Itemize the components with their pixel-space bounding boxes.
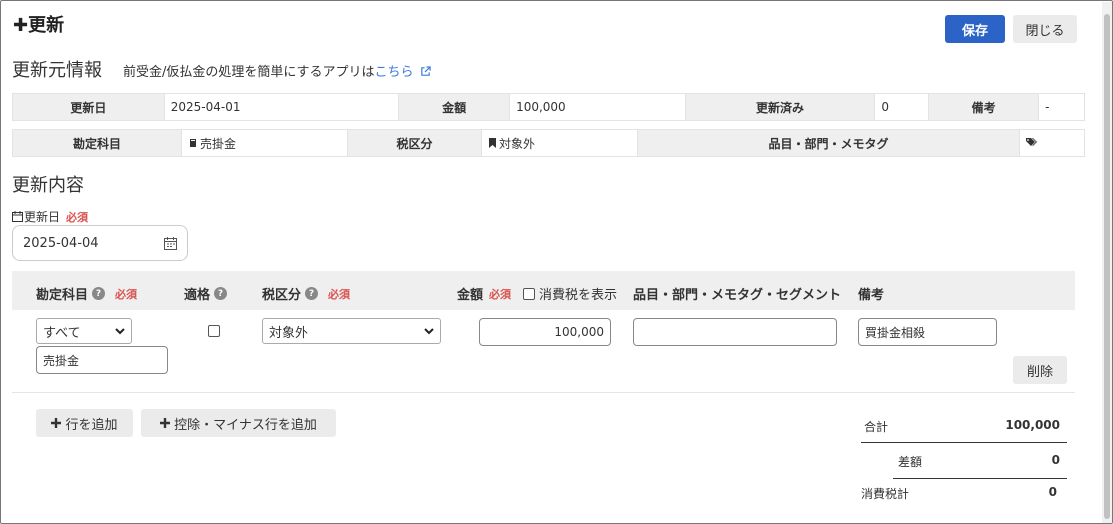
total-value: 100,000 <box>1005 418 1060 432</box>
app-link-text[interactable]: こちら <box>375 65 414 80</box>
tags-input[interactable] <box>633 318 837 346</box>
th-account-label: 勘定科目 <box>36 288 89 303</box>
help-icon[interactable]: ? <box>92 287 106 300</box>
update-date-input[interactable]: 2025-04-04 <box>12 225 188 261</box>
th-amount-label: 金額 <box>457 288 484 303</box>
summary-divider <box>893 478 1067 479</box>
source-info-row-1: 更新日 2025-04-01 金額 100,000 更新済み 0 備考 - <box>12 93 1085 121</box>
tags-icon <box>1026 138 1037 146</box>
memo-input[interactable]: 買掛金相殺 <box>858 318 997 346</box>
diff-value: 0 <box>1051 453 1060 467</box>
save-button[interactable]: 保存 <box>945 15 1005 43</box>
date-value: 2025-04-01 <box>164 94 400 120</box>
diff-label: 差額 <box>898 455 923 469</box>
app-link[interactable]: こちら <box>375 65 431 80</box>
th-qualified: 適格 ? <box>184 284 228 303</box>
book-icon <box>190 139 196 147</box>
app-note: 前受金/仮払金の処理を簡単にするアプリはこちら <box>123 61 431 80</box>
updated-label: 更新済み <box>685 94 876 120</box>
required-badge: 必須 <box>328 287 351 301</box>
bookmark-icon <box>489 138 496 148</box>
plus-icon <box>160 418 171 428</box>
required-badge: 必須 <box>115 287 138 301</box>
th-account: 勘定科目 ? 必須 <box>36 284 137 303</box>
show-tax-label[interactable]: 消費税を表示 <box>539 284 617 303</box>
scrollbar-thumb[interactable] <box>1104 14 1110 519</box>
total-label: 合計 <box>864 420 889 434</box>
row-divider <box>12 392 1075 393</box>
tax-label: 税区分 <box>348 130 482 156</box>
source-info-heading: 更新元情報 <box>12 60 102 81</box>
th-tax-label: 税区分 <box>262 288 302 303</box>
add-deduction-row-button[interactable]: 控除・マイナス行を追加 <box>141 409 336 437</box>
memo-label: 備考 <box>929 94 1040 120</box>
account-value-text: 売掛金 <box>200 136 237 151</box>
th-tax: 税区分 ? 必須 <box>262 284 350 303</box>
external-link-icon <box>420 66 431 76</box>
update-date-label: 更新日 必須 <box>12 208 88 225</box>
amount-value: 100,000 <box>510 94 686 120</box>
tax-value: 対象外 <box>482 130 638 156</box>
calendar-picker-icon[interactable] <box>164 236 177 250</box>
delete-row-button[interactable]: 削除 <box>1013 356 1067 384</box>
help-icon[interactable]: ? <box>214 287 228 300</box>
add-row-label[interactable]: 行を追加 <box>65 414 117 433</box>
amount-label: 金額 <box>399 94 511 120</box>
tax-total-label: 消費税計 <box>861 487 910 501</box>
account-filter-value[interactable]: すべて <box>43 322 81 341</box>
add-row-button[interactable]: 行を追加 <box>36 409 133 437</box>
app-note-text: 前受金/仮払金の処理を簡単にするアプリは <box>123 65 375 80</box>
qualified-checkbox[interactable] <box>208 325 220 337</box>
account-value: 売掛金 <box>182 130 348 156</box>
amount-input[interactable]: 100,000 <box>479 318 611 346</box>
chevron-down-icon <box>115 327 125 334</box>
tags-value <box>1020 130 1084 156</box>
account-input[interactable]: 売掛金 <box>36 346 168 374</box>
th-qualified-label: 適格 <box>184 288 211 303</box>
update-content-heading: 更新内容 <box>12 175 84 196</box>
source-info-row-2: 勘定科目 売掛金 税区分 対象外 品目・部門・メモタグ <box>12 129 1085 157</box>
show-tax-checkbox[interactable] <box>523 287 536 300</box>
required-badge: 必須 <box>489 287 512 301</box>
tax-total-value: 0 <box>1048 485 1057 499</box>
close-button[interactable]: 閉じる <box>1013 15 1077 43</box>
update-date-value[interactable]: 2025-04-04 <box>23 236 99 251</box>
help-icon[interactable]: ? <box>305 287 319 300</box>
account-filter-select[interactable]: すべて <box>36 318 132 344</box>
date-label: 更新日 <box>13 94 165 120</box>
th-tags: 品目・部門・メモタグ・セグメント <box>633 288 842 303</box>
memo-value: - <box>1039 94 1085 120</box>
required-badge: 必須 <box>66 210 89 224</box>
tags-label: 品目・部門・メモタグ <box>638 130 1020 156</box>
plus-icon <box>51 418 62 428</box>
update-date-label-text: 更新日 <box>24 210 61 224</box>
tax-select-value[interactable]: 対象外 <box>269 322 308 341</box>
update-dialog: ✚更新 保存 閉じる 更新元情報 前受金/仮払金の処理を簡単にするアプリはこちら… <box>0 0 1113 524</box>
chevron-down-icon <box>424 327 434 334</box>
vertical-scrollbar[interactable] <box>1102 2 1112 523</box>
summary-divider <box>861 442 1067 443</box>
add-deduction-row-label[interactable]: 控除・マイナス行を追加 <box>174 414 317 433</box>
tax-value-text: 対象外 <box>499 136 536 151</box>
tax-select[interactable]: 対象外 <box>262 318 441 344</box>
account-label: 勘定科目 <box>13 130 182 156</box>
th-memo: 備考 <box>858 288 885 303</box>
updated-value: 0 <box>875 94 930 120</box>
th-amount: 金額 必須 消費税を表示 <box>457 284 617 303</box>
calendar-icon <box>12 211 23 222</box>
dialog-title: ✚更新 <box>13 15 65 36</box>
